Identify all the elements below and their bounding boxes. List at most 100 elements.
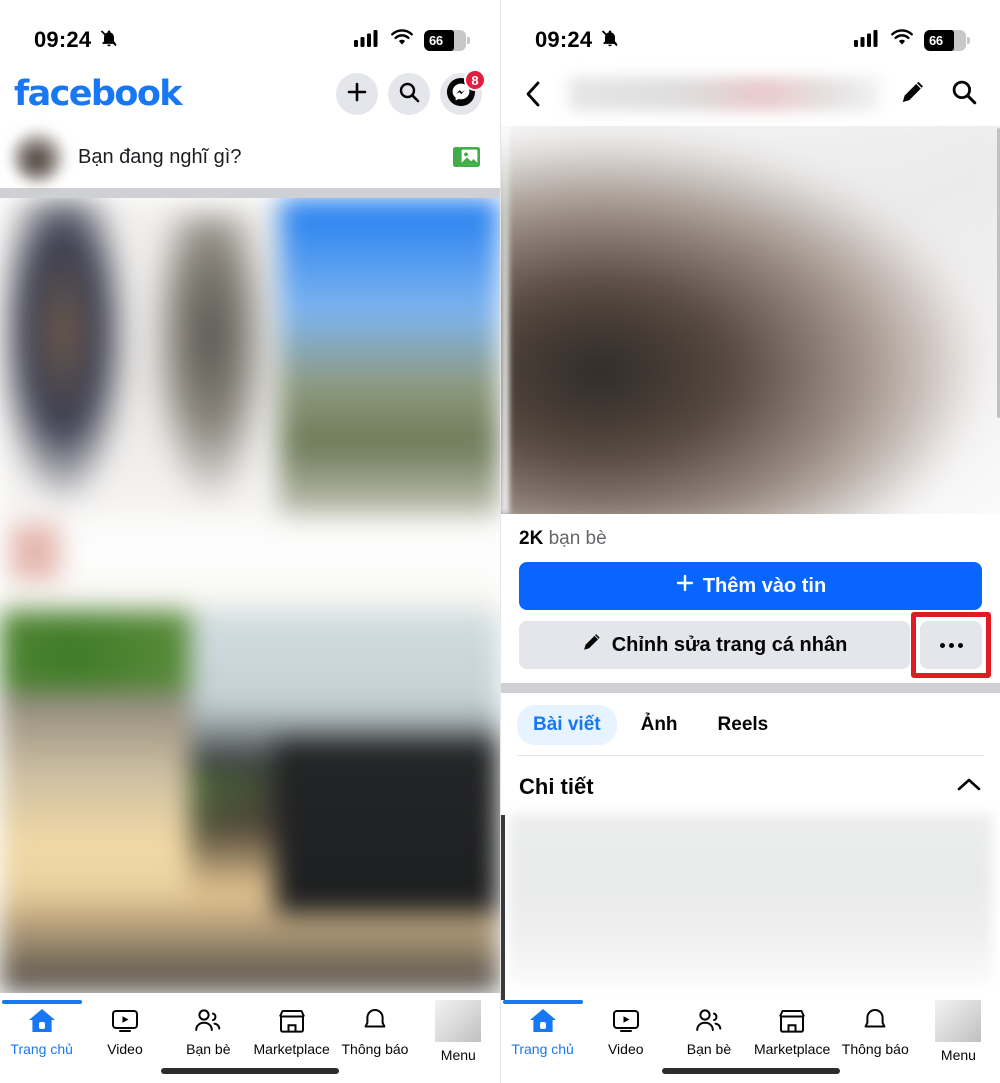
facebook-logo[interactable]: facebook — [14, 74, 183, 114]
tab-reels[interactable]: Reels — [702, 705, 785, 745]
status-bar-left-group-2: 09:24 — [535, 27, 620, 53]
nav-item-home[interactable]: Trang chủ — [501, 1000, 584, 1057]
nav-label-home: Trang chủ — [10, 1041, 73, 1057]
nav-item-menu[interactable]: Menu — [417, 1000, 500, 1063]
friends-count-line[interactable]: 2K bạn bè — [501, 514, 1000, 558]
status-bar-right-group: 66 — [354, 28, 470, 52]
composer-avatar[interactable] — [12, 131, 64, 183]
nav-label-marketplace: Marketplace — [753, 1041, 831, 1057]
home-icon — [528, 1006, 558, 1036]
ellipsis-icon — [939, 642, 963, 648]
video-icon — [110, 1006, 140, 1036]
section-divider-band-2 — [501, 683, 1000, 693]
post-composer[interactable]: Bạn đang nghĩ gì? — [0, 126, 500, 188]
home-icon — [27, 1006, 57, 1036]
search-icon — [397, 80, 421, 109]
nav-label-marketplace: Marketplace — [253, 1041, 330, 1057]
edit-profile-label: Chỉnh sửa trang cá nhân — [611, 633, 848, 656]
nav-item-marketplace[interactable]: Marketplace — [250, 1006, 333, 1057]
nav-label-menu: Menu — [940, 1047, 976, 1063]
nav-item-friends[interactable]: Bạn bè — [667, 1006, 750, 1057]
status-bar-right: 09:24 66 — [501, 0, 1000, 62]
marketplace-icon — [277, 1006, 307, 1036]
search-button[interactable] — [388, 73, 430, 115]
friends-label: bạn bè — [548, 528, 607, 549]
nav-item-home[interactable]: Trang chủ — [0, 1000, 83, 1057]
home-indicator — [161, 1068, 339, 1074]
status-bar-left: 09:24 66 — [0, 0, 500, 62]
nav-label-menu: Menu — [440, 1047, 476, 1063]
more-options-button[interactable] — [920, 621, 982, 669]
edit-profile-button[interactable]: Chỉnh sửa trang cá nhân — [519, 621, 910, 669]
nav-item-notifications[interactable]: Thông báo — [834, 1006, 917, 1057]
friends-count: 2K — [519, 528, 544, 549]
feed-blur-layer — [0, 198, 500, 993]
nav-item-menu[interactable]: Menu — [917, 1000, 1000, 1063]
profile-header — [501, 62, 1000, 126]
header-action-icons: 8 — [336, 69, 486, 115]
plus-icon — [675, 573, 695, 599]
nav-item-friends[interactable]: Bạn bè — [167, 1006, 250, 1057]
photo-library-icon[interactable] — [452, 144, 482, 170]
nav-item-marketplace[interactable]: Marketplace — [751, 1006, 834, 1057]
left-screen-facebook-feed: 09:24 66 facebook 8 Bạn đang nghĩ gì? Tr… — [0, 0, 500, 1083]
battery-level: 66 — [429, 32, 443, 48]
details-section-header[interactable]: Chi tiết — [501, 756, 1000, 814]
messenger-badge: 8 — [464, 69, 486, 91]
nav-label-video: Video — [607, 1041, 644, 1057]
menu-avatar-icon — [935, 1000, 982, 1042]
nav-label-video: Video — [107, 1041, 143, 1057]
status-time-2: 09:24 — [535, 27, 593, 52]
tab-photos[interactable]: Ảnh — [625, 705, 694, 745]
messenger-button[interactable]: 8 — [440, 69, 486, 115]
battery-level-2: 66 — [929, 32, 943, 48]
details-title: Chi tiết — [519, 774, 594, 799]
active-tab-indicator — [502, 1000, 583, 1004]
home-indicator — [661, 1068, 840, 1074]
create-post-button[interactable] — [336, 73, 378, 115]
add-to-story-label: Thêm vào tin — [702, 574, 827, 597]
wifi-icon — [890, 28, 914, 52]
nav-label-home: Trang chủ — [511, 1041, 574, 1057]
add-to-story-button[interactable]: Thêm vào tin — [519, 562, 982, 610]
friends-icon — [193, 1006, 223, 1036]
video-icon — [611, 1006, 641, 1036]
nav-label-notifications: Thông báo — [341, 1041, 409, 1057]
secondary-action-row: Chỉnh sửa trang cá nhân — [519, 612, 991, 678]
right-screen-facebook-profile: 09:24 66 2K bạn bè Thêm vào tin Chỉnh sử… — [500, 0, 1000, 1083]
nav-items-left: Trang chủ Video Bạn bè Marketplace Thông… — [0, 1000, 500, 1068]
profile-name-blurred — [569, 77, 880, 111]
composer-placeholder[interactable]: Bạn đang nghĩ gì? — [78, 146, 438, 169]
profile-content-tabs: Bài viết Ảnh Reels — [501, 693, 1000, 755]
tab-posts[interactable]: Bài viết — [517, 705, 617, 745]
bell-slash-icon — [99, 28, 119, 53]
facebook-header: facebook 8 — [0, 62, 500, 126]
section-divider-band — [0, 188, 500, 198]
bottom-navigation-left: Trang chủ Video Bạn bè Marketplace Thông… — [0, 1000, 500, 1083]
nav-item-notifications[interactable]: Thông báo — [333, 1006, 416, 1057]
status-bar-left-group: 09:24 — [34, 27, 119, 53]
profile-action-buttons: Thêm vào tin Chỉnh sửa trang cá nhân — [501, 558, 1000, 683]
battery-icon: 66 — [424, 29, 470, 51]
profile-photo-blurred[interactable] — [501, 126, 1000, 514]
wifi-icon — [390, 28, 414, 52]
screen-edge-artifact — [501, 815, 505, 1005]
details-content-blurred[interactable] — [509, 814, 992, 984]
chevron-left-icon[interactable] — [519, 79, 549, 109]
search-icon[interactable] — [950, 78, 978, 111]
chevron-up-icon[interactable] — [956, 776, 982, 799]
bottom-navigation-right: Trang chủ Video Bạn bè Marketplace Thông… — [501, 1000, 1000, 1083]
nav-label-friends: Bạn bè — [686, 1041, 732, 1057]
pencil-icon[interactable] — [900, 79, 926, 110]
status-time: 09:24 — [34, 27, 92, 52]
friends-icon — [694, 1006, 724, 1036]
nav-item-video[interactable]: Video — [584, 1006, 667, 1057]
status-bar-right-group-2: 66 — [854, 28, 970, 52]
cellular-signal-icon — [854, 29, 880, 52]
pencil-icon — [582, 632, 602, 658]
menu-avatar-icon — [435, 1000, 482, 1042]
news-feed-blurred-content[interactable] — [0, 198, 500, 993]
bell-icon — [360, 1006, 390, 1036]
nav-item-video[interactable]: Video — [83, 1006, 166, 1057]
bell-icon — [860, 1006, 890, 1036]
